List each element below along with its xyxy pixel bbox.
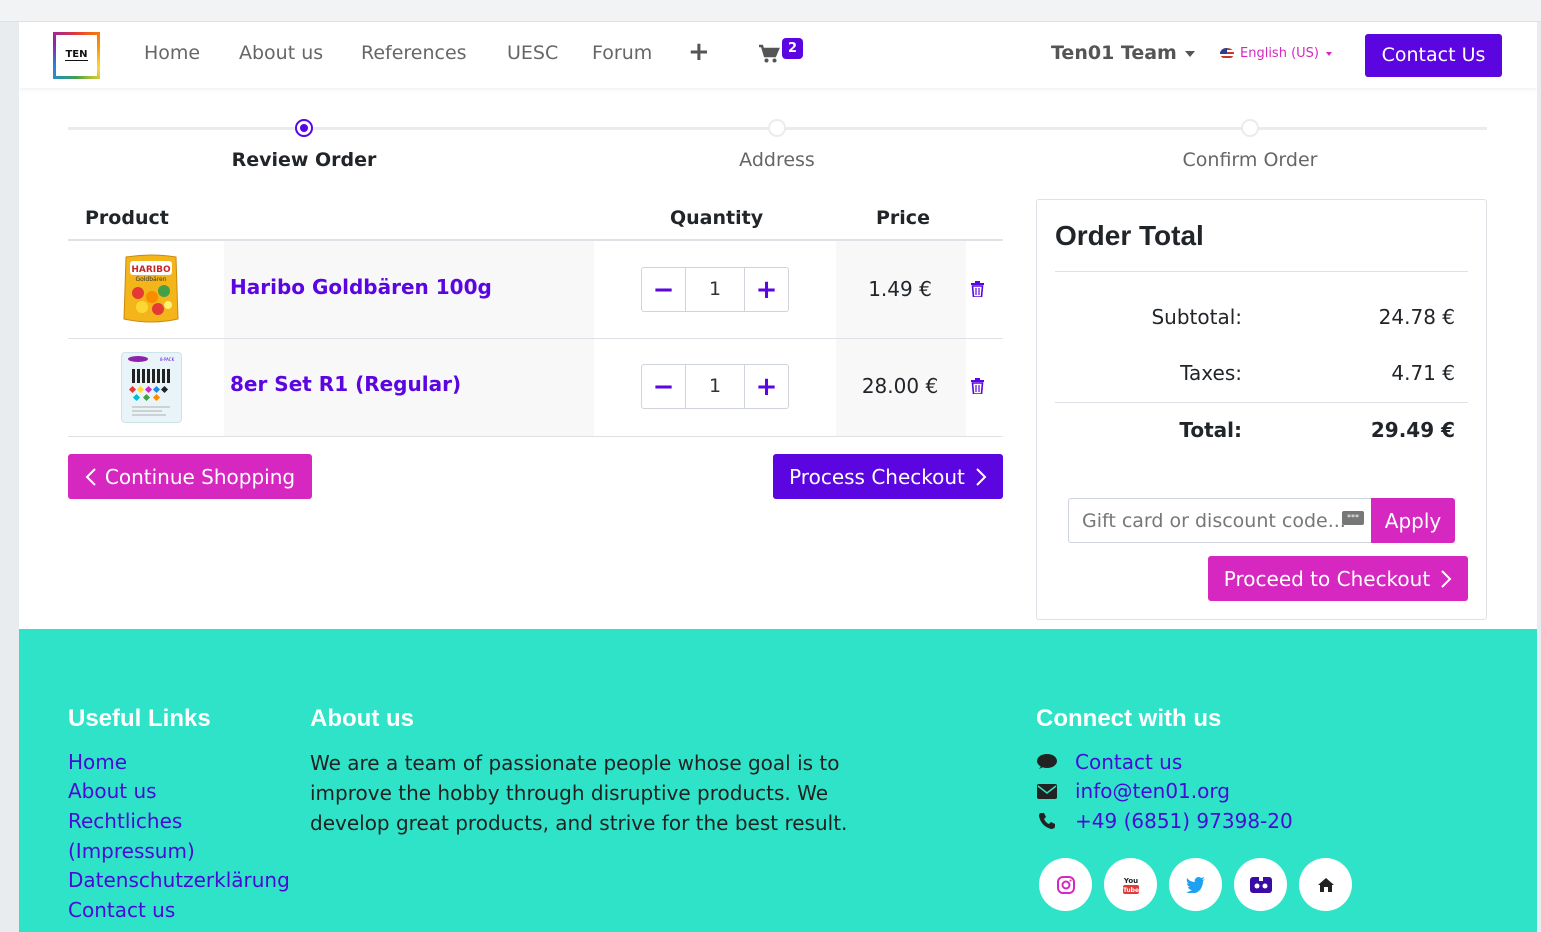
divider bbox=[1055, 271, 1468, 272]
decrease-quantity-button[interactable]: − bbox=[642, 268, 685, 311]
us-flag-icon bbox=[1220, 48, 1234, 59]
process-checkout-label: Process Checkout bbox=[789, 464, 965, 489]
column-header-product: Product bbox=[85, 207, 169, 229]
home-icon[interactable] bbox=[1299, 858, 1352, 911]
subtotal-label: Subtotal: bbox=[1151, 305, 1242, 329]
process-checkout-button[interactable]: Process Checkout bbox=[773, 454, 1003, 499]
paint-set-icon[interactable]: 8-PACK bbox=[121, 352, 182, 423]
decrease-quantity-button[interactable]: − bbox=[642, 365, 685, 408]
site-logo[interactable]: TEN bbox=[53, 32, 100, 79]
column-header-quantity: Quantity bbox=[670, 207, 764, 229]
keyboard-icon: *** bbox=[1342, 511, 1364, 525]
proceed-to-checkout-label: Proceed to Checkout bbox=[1223, 566, 1431, 591]
step-dot-review bbox=[295, 119, 313, 137]
divider bbox=[1055, 402, 1468, 403]
table-row-divider bbox=[68, 436, 1003, 437]
total-value: 29.49 € bbox=[1370, 418, 1455, 442]
apply-button[interactable]: Apply bbox=[1371, 498, 1455, 543]
nav-references[interactable]: References bbox=[361, 42, 467, 64]
step-review-order: Review Order bbox=[231, 149, 377, 171]
chevron-down-icon bbox=[1184, 50, 1195, 57]
nav-forum[interactable]: Forum bbox=[592, 42, 652, 64]
contact-us-label: Contact us bbox=[1075, 750, 1183, 774]
twitter-icon[interactable] bbox=[1169, 858, 1222, 911]
item-price: 28.00 € bbox=[861, 374, 939, 398]
page: TEN Home About us References UESC Forum … bbox=[19, 22, 1537, 932]
taxes-label: Taxes: bbox=[1180, 361, 1242, 385]
order-total-title: Order Total bbox=[1055, 220, 1204, 251]
chevron-left-icon bbox=[85, 467, 96, 486]
useful-links-title: Useful Links bbox=[68, 705, 211, 732]
footer-link-impressum[interactable]: (Impressum) bbox=[68, 839, 195, 863]
chevron-right-icon bbox=[976, 467, 987, 486]
footer-phone-link[interactable]: +49 (6851) 97398-20 bbox=[1036, 809, 1293, 833]
taxes-value: 4.71 € bbox=[1391, 361, 1455, 385]
footer-link-rechtliches[interactable]: Rechtliches bbox=[68, 809, 182, 833]
step-address: Address bbox=[739, 149, 815, 171]
quantity-stepper: − 1 + bbox=[641, 267, 789, 312]
connect-title: Connect with us bbox=[1036, 705, 1222, 732]
chevron-right-icon bbox=[1441, 569, 1452, 588]
language-selector[interactable]: English (US) bbox=[1220, 46, 1332, 61]
footer-link-datenschutz[interactable]: Datenschutzerklärung bbox=[68, 868, 290, 892]
phone-label: +49 (6851) 97398-20 bbox=[1075, 809, 1293, 833]
nav-uesc[interactable]: UESC bbox=[507, 42, 558, 64]
footer-email-link[interactable]: info@ten01.org bbox=[1036, 779, 1230, 803]
item-price: 1.49 € bbox=[868, 277, 932, 301]
comment-icon bbox=[1036, 753, 1058, 771]
svg-text:Goldbären: Goldbären bbox=[135, 276, 166, 283]
instagram-icon[interactable] bbox=[1039, 858, 1092, 911]
product-name-link[interactable]: 8er Set R1 (Regular) bbox=[230, 372, 461, 396]
total-label: Total: bbox=[1179, 418, 1242, 442]
cart-icon[interactable] bbox=[758, 44, 780, 68]
nav-about-us[interactable]: About us bbox=[239, 42, 323, 64]
svg-text:Tube: Tube bbox=[1122, 887, 1138, 894]
quantity-stepper: − 1 + bbox=[641, 364, 789, 409]
haribo-bag-icon[interactable]: HARIBO Goldbären bbox=[122, 253, 180, 325]
quantity-input[interactable]: 1 bbox=[685, 365, 745, 408]
continue-shopping-label: Continue Shopping bbox=[104, 464, 296, 489]
team-label: Ten01 Team bbox=[1051, 42, 1177, 64]
trash-icon[interactable] bbox=[971, 281, 984, 301]
quantity-input[interactable]: 1 bbox=[685, 268, 745, 311]
increase-quantity-button[interactable]: + bbox=[745, 268, 788, 311]
team-dropdown[interactable]: Ten01 Team bbox=[1051, 42, 1195, 64]
footer-link-contact-us[interactable]: Contact us bbox=[68, 898, 175, 922]
plus-icon[interactable]: + bbox=[688, 39, 710, 65]
order-total-panel: Order Total Subtotal: 24.78 € Taxes: 4.7… bbox=[1036, 199, 1487, 620]
footer-contact-link[interactable]: Contact us bbox=[1036, 750, 1182, 774]
svg-text:You: You bbox=[1122, 877, 1137, 885]
step-dot-address bbox=[768, 119, 786, 137]
increase-quantity-button[interactable]: + bbox=[745, 365, 788, 408]
discount-code-input[interactable] bbox=[1068, 498, 1372, 543]
discord-icon[interactable] bbox=[1234, 858, 1287, 911]
trash-icon[interactable] bbox=[971, 378, 984, 398]
proceed-to-checkout-button[interactable]: Proceed to Checkout bbox=[1208, 556, 1468, 601]
contact-us-button[interactable]: Contact Us bbox=[1365, 34, 1502, 77]
footer-link-about-us[interactable]: About us bbox=[68, 779, 157, 803]
youtube-icon[interactable]: You Tube bbox=[1104, 858, 1157, 911]
subtotal-value: 24.78 € bbox=[1378, 305, 1455, 329]
nav-home[interactable]: Home bbox=[144, 42, 200, 64]
language-label: English (US) bbox=[1240, 46, 1319, 61]
column-header-price: Price bbox=[876, 207, 930, 229]
navbar: TEN Home About us References UESC Forum … bbox=[19, 22, 1537, 88]
cart-count-badge: 2 bbox=[782, 38, 803, 59]
svg-text:HARIBO: HARIBO bbox=[131, 265, 171, 275]
step-confirm-order: Confirm Order bbox=[1182, 149, 1318, 171]
browser-top-strip bbox=[0, 0, 1541, 22]
footer-link-home[interactable]: Home bbox=[68, 750, 127, 774]
phone-icon bbox=[1036, 812, 1058, 830]
product-name-link[interactable]: Haribo Goldbären 100g bbox=[230, 275, 492, 299]
about-us-title: About us bbox=[310, 705, 414, 732]
continue-shopping-button[interactable]: Continue Shopping bbox=[68, 454, 312, 499]
footer: Useful Links Home About us Rechtliches (… bbox=[19, 629, 1537, 932]
chevron-down-icon bbox=[1325, 51, 1332, 56]
logo-text: TEN bbox=[65, 49, 88, 61]
about-us-text: We are a team of passionate people whose… bbox=[310, 751, 848, 835]
email-label: info@ten01.org bbox=[1075, 779, 1230, 803]
svg-text:8-PACK: 8-PACK bbox=[160, 357, 175, 362]
envelope-icon bbox=[1036, 783, 1058, 799]
step-dot-confirm bbox=[1241, 119, 1259, 137]
